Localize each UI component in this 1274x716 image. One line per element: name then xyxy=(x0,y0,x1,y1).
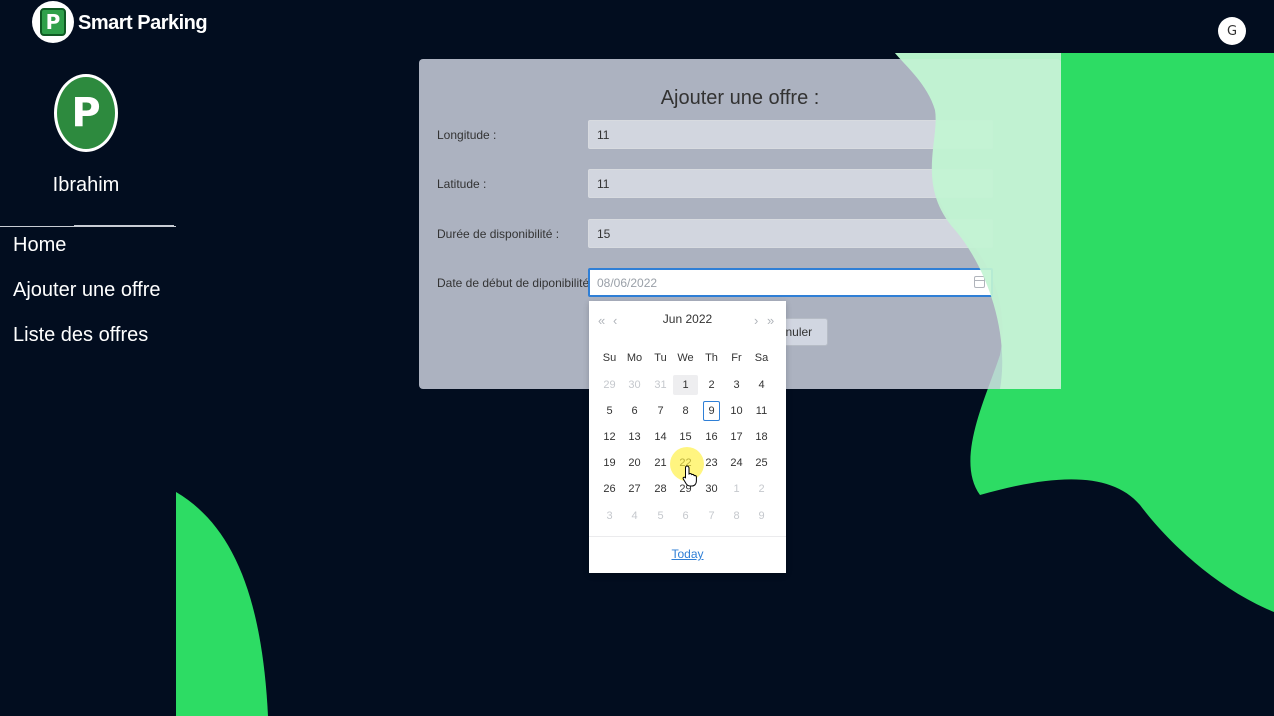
calendar-day[interactable]: 31 xyxy=(648,375,673,395)
calendar-day[interactable]: 26 xyxy=(597,479,622,499)
datepicker-month[interactable]: Jun xyxy=(663,312,682,326)
form-title: Ajouter une offre : xyxy=(660,87,820,109)
calendar-day[interactable]: 10 xyxy=(724,401,749,421)
calendar-day[interactable]: 17 xyxy=(724,427,749,447)
duration-input[interactable]: 15 xyxy=(588,219,993,248)
longitude-label: Longitude : xyxy=(437,128,497,142)
calendar-day[interactable]: 30 xyxy=(622,375,647,395)
calendar-day[interactable]: 3 xyxy=(597,506,622,526)
calendar-day[interactable]: 6 xyxy=(673,506,698,526)
calendar-day[interactable]: 20 xyxy=(622,453,647,473)
calendar-day[interactable]: 15 xyxy=(673,427,698,447)
longitude-input[interactable]: 11 xyxy=(588,120,993,149)
weekday-header: Mo xyxy=(626,352,643,364)
weekday-header: We xyxy=(677,352,694,364)
next-month-icon[interactable]: › xyxy=(754,313,758,328)
sidebar-divider xyxy=(0,225,176,227)
weekday-header: Fr xyxy=(731,352,742,364)
brand-name: Smart Parking xyxy=(78,11,208,34)
start-date-label: Date de début de diponibilité : xyxy=(437,276,596,290)
calendar-day[interactable]: 29 xyxy=(597,375,622,395)
parking-logo-icon: P xyxy=(32,1,74,43)
calendar-day[interactable]: 2 xyxy=(749,479,774,499)
calendar-icon[interactable] xyxy=(974,276,985,288)
calendar-day[interactable]: 7 xyxy=(648,401,673,421)
calendar-day[interactable]: 16 xyxy=(699,427,724,447)
nav-ajouter-offre[interactable]: Ajouter une offre xyxy=(13,279,161,302)
calendar-day[interactable]: 11 xyxy=(749,401,774,421)
calendar-day[interactable]: 2 xyxy=(699,375,724,395)
calendar-day[interactable]: 1 xyxy=(673,375,698,395)
calendar-day[interactable]: 24 xyxy=(724,453,749,473)
calendar-day[interactable]: 3 xyxy=(724,375,749,395)
calendar-day[interactable]: 1 xyxy=(724,479,749,499)
calendar-day[interactable]: 6 xyxy=(622,401,647,421)
weekday-header: Su xyxy=(602,352,617,364)
calendar-day[interactable]: 9 xyxy=(703,401,720,421)
datepicker-year[interactable]: 2022 xyxy=(686,312,713,326)
username: Ibrahim xyxy=(52,174,120,196)
start-date-value: 08/06/2022 xyxy=(597,276,658,290)
datepicker-divider xyxy=(589,536,786,537)
weekday-header: Sa xyxy=(754,352,769,364)
calendar-day[interactable]: 28 xyxy=(648,479,673,499)
calendar-day[interactable]: 18 xyxy=(749,427,774,447)
calendar-day[interactable]: 9 xyxy=(749,506,774,526)
weekday-header: Tu xyxy=(654,352,667,364)
calendar-day[interactable]: 7 xyxy=(699,506,724,526)
latitude-label: Latitude : xyxy=(437,177,487,191)
calendar-day[interactable]: 5 xyxy=(597,401,622,421)
brand[interactable]: P Smart Parking xyxy=(32,0,208,48)
calendar-day[interactable]: 12 xyxy=(597,427,622,447)
calendar-day[interactable]: 8 xyxy=(724,506,749,526)
nav-liste-offres[interactable]: Liste des offres xyxy=(13,324,148,347)
today-link[interactable]: Today xyxy=(589,547,786,561)
duration-label: Durée de disponibilité : xyxy=(437,227,560,241)
weekday-header: Th xyxy=(705,352,718,364)
next-year-icon[interactable]: » xyxy=(767,313,774,328)
nav-home[interactable]: Home xyxy=(13,234,66,257)
start-date-input[interactable]: 08/06/2022 xyxy=(588,268,993,297)
calendar-day[interactable]: 4 xyxy=(622,506,647,526)
hand-cursor-icon xyxy=(682,465,697,487)
calendar-day[interactable]: 25 xyxy=(749,453,774,473)
calendar-day[interactable]: 4 xyxy=(749,375,774,395)
calendar-day[interactable]: 27 xyxy=(622,479,647,499)
calendar-day[interactable]: 30 xyxy=(699,479,724,499)
account-icon[interactable]: G xyxy=(1218,17,1246,45)
datepicker: « ‹ Jun 2022 › » Su Mo Tu We Th Fr Sa 29… xyxy=(589,301,786,573)
calendar-day[interactable]: 5 xyxy=(648,506,673,526)
calendar-day[interactable]: 14 xyxy=(648,427,673,447)
calendar-day[interactable]: 8 xyxy=(673,401,698,421)
latitude-input[interactable]: 11 xyxy=(588,169,993,198)
calendar-day[interactable]: 13 xyxy=(622,427,647,447)
avatar: P xyxy=(54,74,118,152)
calendar-day[interactable]: 19 xyxy=(597,453,622,473)
